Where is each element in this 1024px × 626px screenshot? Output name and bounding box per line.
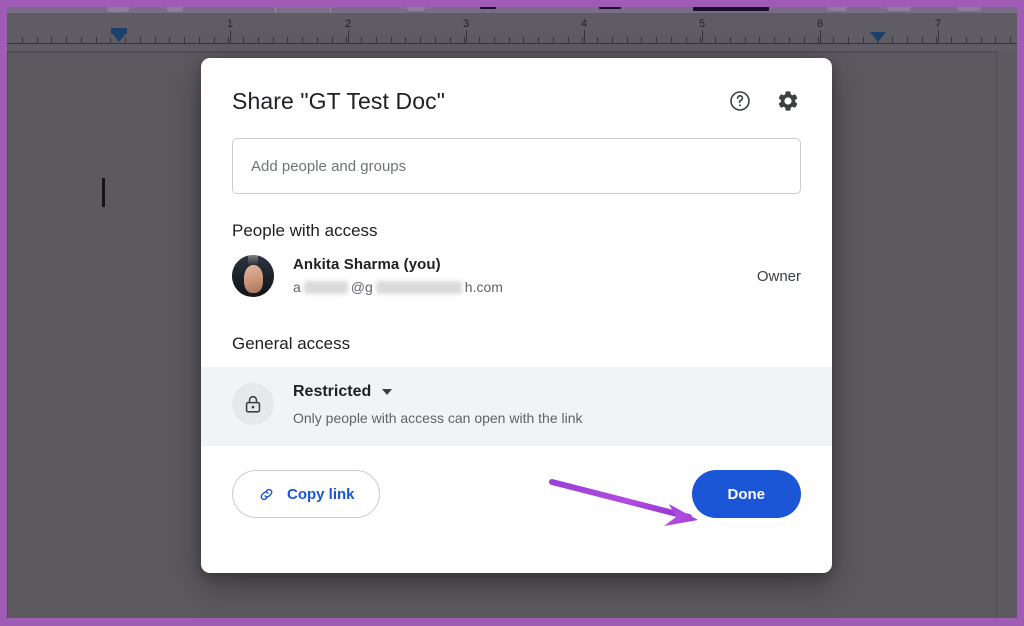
email-prefix: a <box>293 279 301 295</box>
capture-border-bottom <box>0 618 1024 626</box>
general-access-heading: General access <box>232 334 351 353</box>
capture-border-left <box>0 0 7 626</box>
add-people-input[interactable] <box>232 138 801 194</box>
chevron-down-icon <box>382 389 393 395</box>
person-role: Owner <box>756 267 801 285</box>
person-name: Ankita Sharma (you) <box>293 256 441 273</box>
general-access-dropdown[interactable]: Restricted <box>293 381 583 403</box>
link-chain-icon <box>257 485 276 504</box>
email-middle: @g <box>350 279 373 295</box>
people-with-access-heading: People with access <box>232 221 378 240</box>
email-suffix: h.com <box>464 279 503 295</box>
dialog-header-actions <box>727 88 801 114</box>
copy-link-button[interactable]: Copy link <box>232 470 380 518</box>
avatar <box>232 255 274 297</box>
dialog-footer: Copy link Done <box>201 446 832 518</box>
email-redaction <box>303 280 348 294</box>
email-redaction <box>375 280 462 294</box>
copy-link-label: Copy link <box>287 485 355 503</box>
help-circle-icon[interactable] <box>727 88 753 114</box>
screen-root: 1234567 Share "GT Test Doc" Add people a… <box>0 0 1024 626</box>
capture-border-right <box>1017 0 1024 626</box>
add-people-input-wrapper <box>201 116 832 194</box>
lock-icon <box>232 383 274 425</box>
gear-icon[interactable] <box>775 88 801 114</box>
person-meta: Ankita Sharma (you) a @g h.com <box>293 255 741 297</box>
general-access-row[interactable]: Restricted Only people with access can o… <box>201 367 832 446</box>
capture-border-top <box>0 0 1024 7</box>
general-access-meta: Restricted Only people with access can o… <box>293 381 583 428</box>
general-access-value: Restricted <box>293 383 372 400</box>
person-email: a @g h.com <box>293 277 741 297</box>
dialog-header: Share "GT Test Doc" <box>201 58 832 116</box>
share-dialog: Share "GT Test Doc" People <box>201 58 832 573</box>
person-row[interactable]: Ankita Sharma (you) a @g h.com Owner <box>201 242 832 307</box>
done-button[interactable]: Done <box>691 470 801 518</box>
general-access-description: Only people with access can open with th… <box>293 410 583 426</box>
dialog-title: Share "GT Test Doc" <box>232 88 445 114</box>
